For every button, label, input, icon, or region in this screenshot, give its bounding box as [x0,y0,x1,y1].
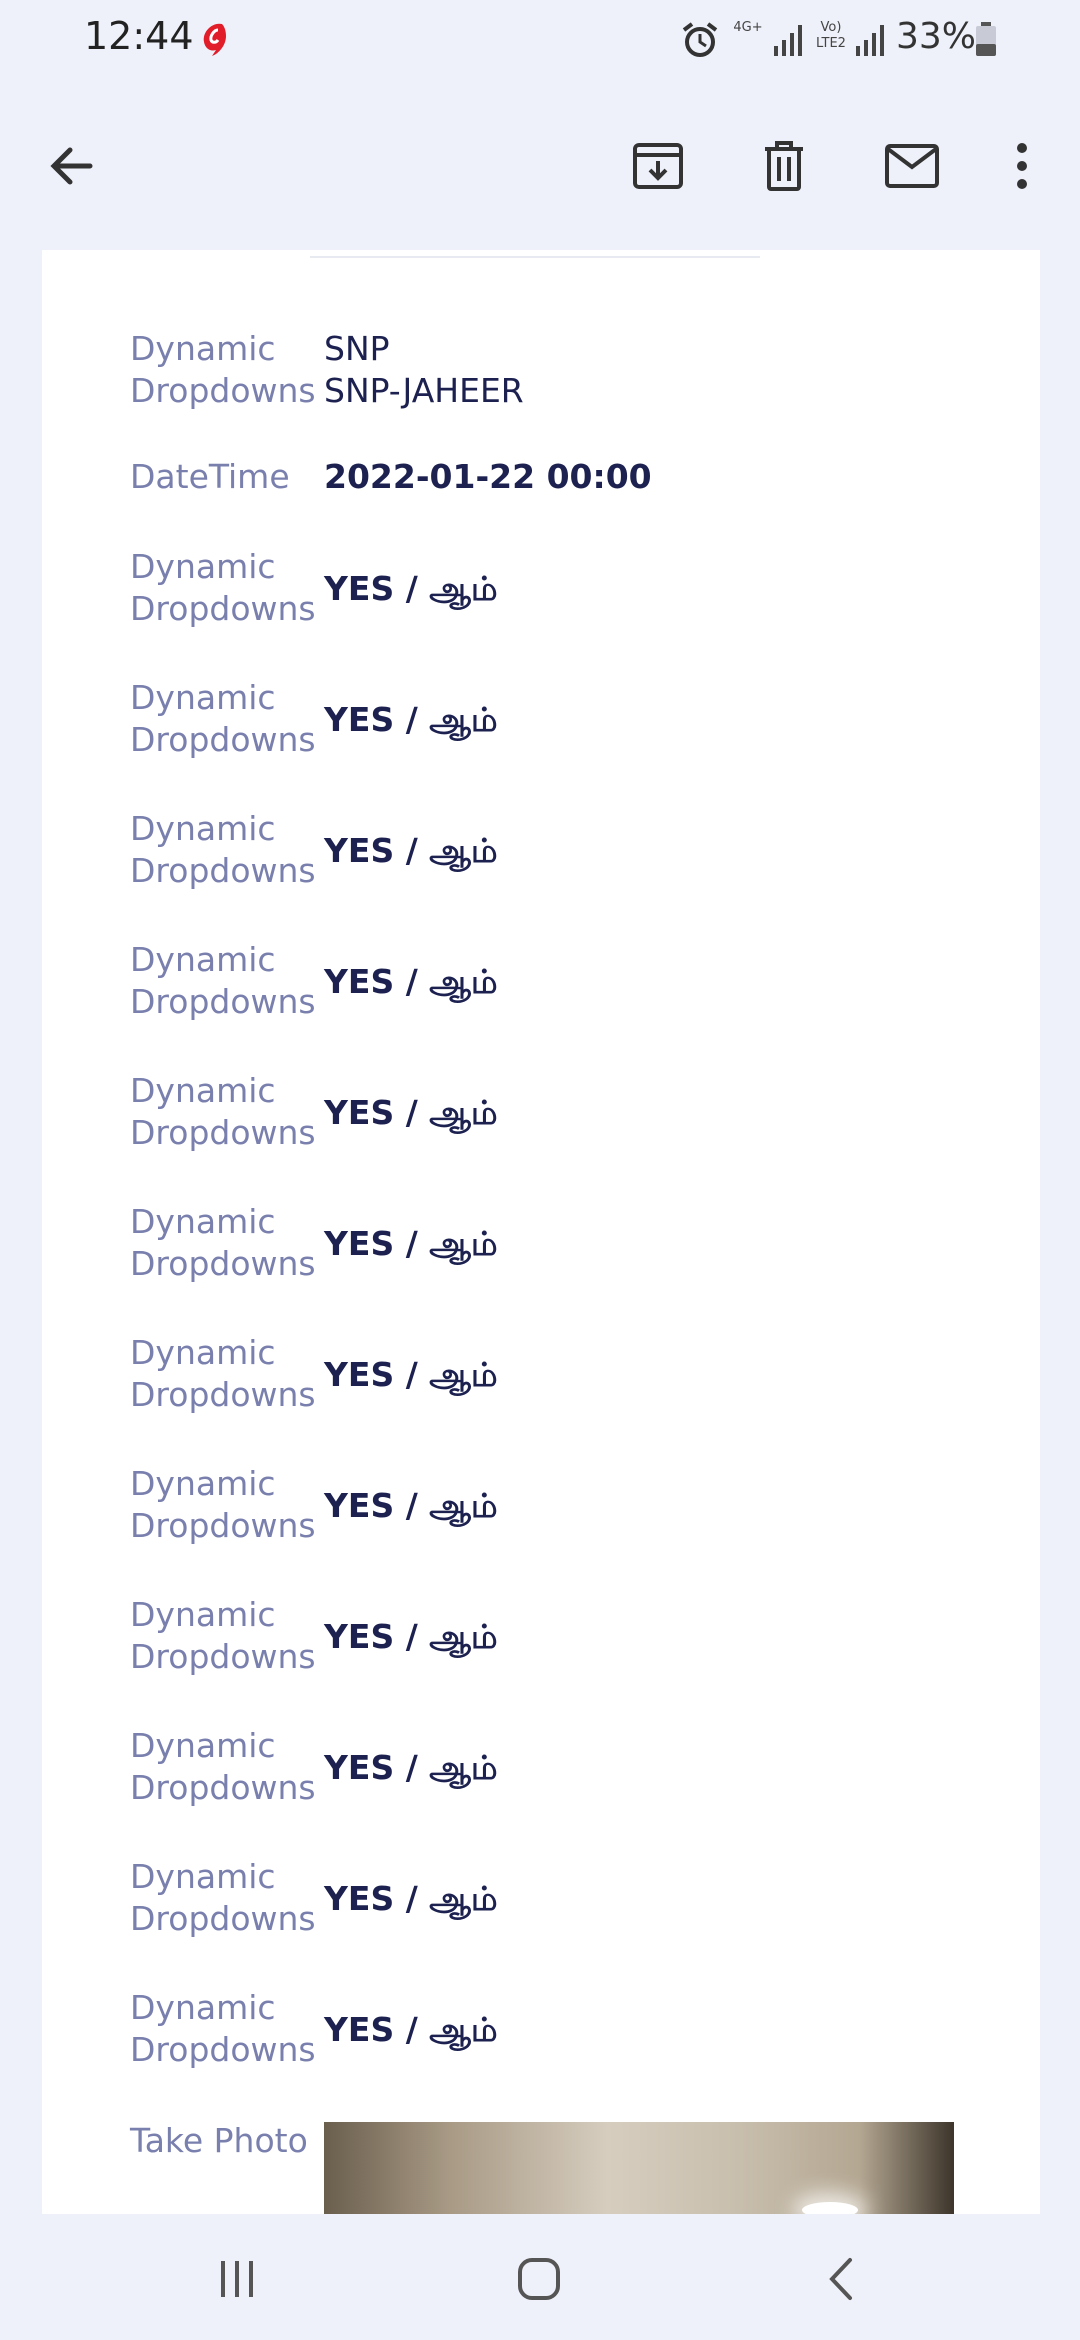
field-label: Dynamic Dropdowns [130,547,316,628]
back-button[interactable] [36,130,108,202]
field-value-line: SNP [324,329,390,368]
field-value: YES / ஆம் [324,1355,498,1394]
field-value: YES / ஆம் [324,569,498,608]
field-label: Dynamic Dropdowns [130,1464,316,1545]
more-options-button[interactable] [986,130,1058,202]
recent-apps-button[interactable] [202,2244,272,2314]
field-value: SNP SNP-JAHEER [324,328,944,412]
recent-apps-icon [221,2261,253,2297]
field-label: Take Photo [130,2121,308,2160]
delete-icon [765,141,803,191]
carrier-logo-icon [203,23,226,56]
field-value: YES / ஆம் [324,2010,498,2049]
field-label: Dynamic Dropdowns [130,1071,316,1152]
mail-icon [885,144,939,188]
field-label: Dynamic Dropdowns [130,1988,316,2069]
field-value-line: SNP-JAHEER [324,371,524,410]
mark-unread-button[interactable] [876,130,948,202]
form-response-card: Dynamic Dropdowns SNP SNP-JAHEER DateTim… [122,256,960,2214]
battery-percent: 33% [896,16,977,57]
field-label: Dynamic Dropdowns [130,678,316,759]
field-value: YES / ஆம் [324,1617,498,1656]
alarm-icon [682,22,718,57]
delete-button[interactable] [748,130,820,202]
field-value: 2022-01-22 00:00 [324,457,652,496]
field-label: Dynamic Dropdowns [130,1333,316,1414]
field-value: YES / ஆம் [324,831,498,870]
signal-strength-2-icon [856,25,884,56]
signal-strength-icon [774,25,802,56]
field-label: Dynamic Dropdowns [130,1595,316,1676]
field-value: YES / ஆம் [324,962,498,1001]
field-value: YES / ஆம் [324,1093,498,1132]
status-bar: 12:44 4G+ Vo) LTE2 33% [0,0,1080,84]
more-icon [1017,143,1027,189]
back-nav-button[interactable] [806,2244,876,2314]
back-arrow-icon [50,147,93,185]
photo-light-spot [802,2202,858,2214]
network-type: 4G+ [733,20,763,35]
app-toolbar [0,84,1080,250]
field-label: Dynamic Dropdowns [130,1726,316,1807]
field-label: Dynamic Dropdowns [130,809,316,890]
archive-button[interactable] [622,130,694,202]
home-button[interactable] [504,2244,574,2314]
field-value: YES / ஆம் [324,700,498,739]
back-icon [829,2258,852,2300]
field-label: Dynamic Dropdowns [130,329,316,410]
archive-icon [633,143,683,189]
field-value: YES / ஆம் [324,1224,498,1263]
field-value: YES / ஆம் [324,1879,498,1918]
field-value: YES / ஆம் [324,1748,498,1787]
volte-indicator: Vo) LTE2 [816,20,846,51]
system-nav-bar [0,2214,1080,2340]
battery-icon [976,22,996,56]
field-label: DateTime [130,457,290,496]
field-value: YES / ஆம் [324,1486,498,1525]
home-icon [518,2258,560,2300]
divider [310,256,760,258]
field-label: Dynamic Dropdowns [130,1202,316,1283]
photo-thumbnail[interactable] [324,2122,954,2214]
status-time: 12:44 [84,14,194,58]
field-label: Dynamic Dropdowns [130,1857,316,1938]
field-label: Dynamic Dropdowns [130,940,316,1021]
